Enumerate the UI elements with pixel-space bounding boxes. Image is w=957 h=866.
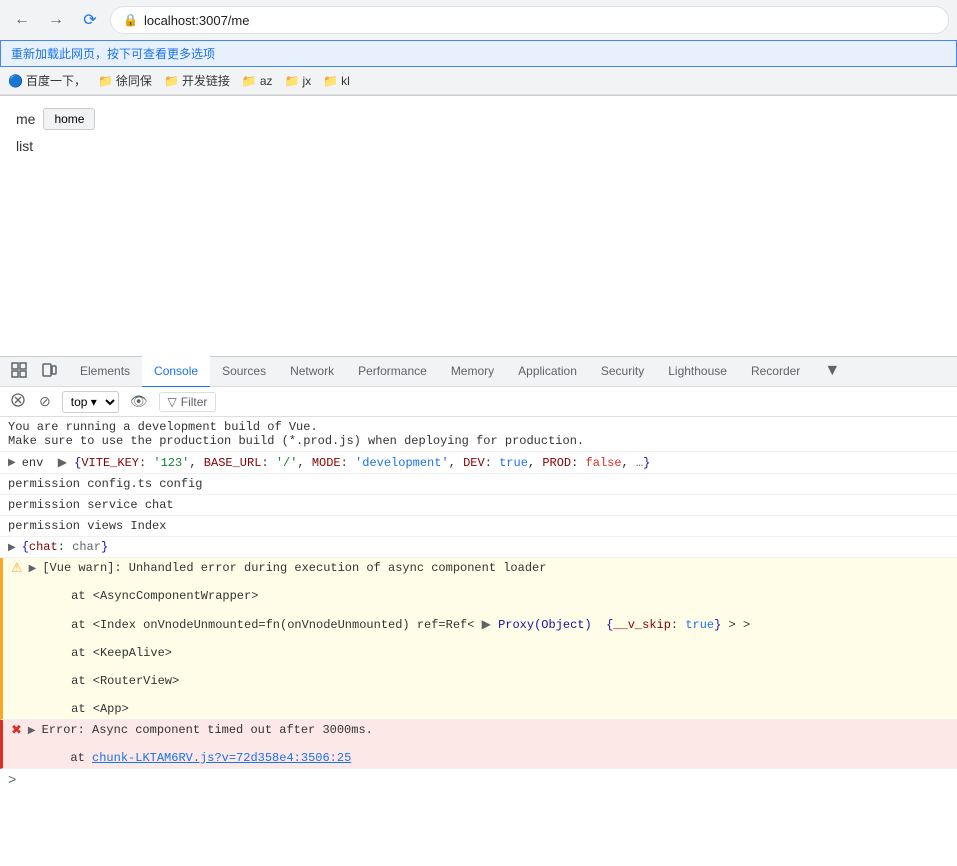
tab-sources[interactable]: Sources — [210, 356, 278, 388]
console-line-error: ✖ ▶ Error: Async component timed out aft… — [0, 720, 957, 769]
bookmark-xu[interactable]: 📁 徐同保 — [98, 72, 152, 89]
toggle-filter-button[interactable]: ⊘ — [36, 390, 54, 413]
expand-icon[interactable]: ▶ — [29, 563, 37, 575]
bookmark-label: az — [260, 74, 273, 88]
bookmark-baidu[interactable]: 🔵 百度一下， — [8, 72, 86, 89]
folder-icon: 📁 — [285, 74, 300, 88]
console-line: You are running a development build of V… — [0, 417, 957, 452]
console-line: permission views Index — [0, 516, 957, 537]
expand-icon[interactable]: ▶ — [8, 457, 16, 469]
filter-icon: ▽ — [168, 395, 177, 409]
warn-icon: ⚠ — [11, 561, 23, 576]
devtools-top-bar: Elements Console Sources Network Perform… — [0, 357, 957, 387]
console-text: {chat: char} — [22, 540, 108, 554]
context-selector[interactable]: top ▾ — [62, 391, 119, 413]
console-line: ▶ {chat: char} — [0, 537, 957, 558]
url-text: localhost:3007/me — [144, 13, 936, 28]
nav-bar: ← → ⟳ 🔒 localhost:3007/me — [0, 0, 957, 40]
tab-console[interactable]: Console — [142, 356, 210, 388]
folder-icon: 📁 — [323, 74, 338, 88]
page-me-label: me — [16, 111, 35, 127]
console-line: permission service chat — [0, 495, 957, 516]
tab-performance[interactable]: Performance — [346, 356, 439, 388]
bookmark-label: 徐同保 — [116, 72, 152, 89]
device-toolbar-button[interactable] — [38, 359, 60, 384]
console-toolbar: ⊘ top ▾ 👁 ▽ Filter — [0, 387, 957, 417]
bookmark-label: 百度一下， — [26, 72, 86, 89]
baidu-icon: 🔵 — [8, 74, 23, 88]
tab-application[interactable]: Application — [506, 356, 589, 388]
filter-label: Filter — [181, 395, 208, 409]
tab-network[interactable]: Network — [278, 356, 346, 388]
back-button[interactable]: ← — [8, 6, 36, 34]
devtools-tabs: Elements Console Sources Network Perform… — [68, 356, 949, 388]
bookmark-label: 开发链接 — [182, 72, 230, 89]
folder-icon: 📁 — [242, 74, 257, 88]
clear-console-button[interactable] — [8, 390, 28, 413]
lock-icon: 🔒 — [123, 13, 138, 27]
devtools: Elements Console Sources Network Perform… — [0, 356, 957, 866]
expand-icon[interactable]: ▶ — [8, 542, 16, 554]
bookmark-az[interactable]: 📁 az — [242, 74, 273, 88]
bookmark-kl[interactable]: 📁 kl — [323, 74, 350, 88]
expand-icon[interactable]: ▶ — [28, 725, 36, 737]
tooltip-text: 重新加载此网页，按下可查看更多选项 — [11, 45, 215, 62]
console-text: env ▶ {VITE_KEY: '123', BASE_URL: '/', M… — [22, 455, 651, 470]
home-button[interactable]: home — [43, 108, 95, 130]
bookmark-jx[interactable]: 📁 jx — [285, 74, 312, 88]
console-text: permission config.ts config — [8, 477, 202, 491]
console-text: permission service chat — [8, 498, 174, 512]
console-output[interactable]: You are running a development build of V… — [0, 417, 957, 866]
forward-button[interactable]: → — [42, 6, 70, 34]
more-tabs-button[interactable]: ▼ — [812, 356, 852, 388]
bookmark-label: kl — [341, 74, 350, 88]
console-text: permission views Index — [8, 519, 166, 533]
page-list-label: list — [16, 138, 941, 154]
tab-memory[interactable]: Memory — [439, 356, 506, 388]
browser-chrome: ← → ⟳ 🔒 localhost:3007/me 重新加载此网页，按下可查看更… — [0, 0, 957, 96]
address-bar[interactable]: 🔒 localhost:3007/me — [110, 6, 949, 34]
reload-button[interactable]: ⟳ — [76, 6, 104, 34]
folder-icon: 📁 — [164, 74, 179, 88]
page-content: me home list — [0, 96, 957, 356]
prompt-icon: > — [8, 773, 16, 789]
console-input-line[interactable]: > — [0, 769, 957, 793]
tab-security[interactable]: Security — [589, 356, 656, 388]
filter-box[interactable]: ▽ Filter — [159, 392, 217, 412]
console-text: You are running a development build of V… — [8, 420, 584, 448]
tab-elements[interactable]: Elements — [68, 356, 142, 388]
console-line-warn: ⚠ ▶ [Vue warn]: Unhandled error during e… — [0, 558, 957, 720]
tab-lighthouse[interactable]: Lighthouse — [656, 356, 739, 388]
console-line: permission config.ts config — [0, 474, 957, 495]
inspect-element-button[interactable] — [8, 359, 30, 384]
console-text: Error: Async component timed out after 3… — [42, 723, 373, 765]
tab-recorder[interactable]: Recorder — [739, 356, 812, 388]
bookmark-label: jx — [303, 74, 312, 88]
folder-icon: 📁 — [98, 74, 113, 88]
error-link[interactable]: chunk-LKTAM6RV.js?v=72d358e4:3506:25 — [92, 751, 351, 765]
error-icon: ✖ — [11, 723, 22, 738]
tooltip-bar: 重新加载此网页，按下可查看更多选项 — [0, 40, 957, 67]
bookmarks-bar: 🔵 百度一下， 📁 徐同保 📁 开发链接 📁 az 📁 jx 📁 kl — [0, 67, 957, 95]
console-line: ▶ env ▶ {VITE_KEY: '123', BASE_URL: '/',… — [0, 452, 957, 474]
console-text: [Vue warn]: Unhandled error during execu… — [42, 561, 750, 716]
eye-button[interactable]: 👁 — [127, 390, 151, 413]
bookmark-dev[interactable]: 📁 开发链接 — [164, 72, 230, 89]
